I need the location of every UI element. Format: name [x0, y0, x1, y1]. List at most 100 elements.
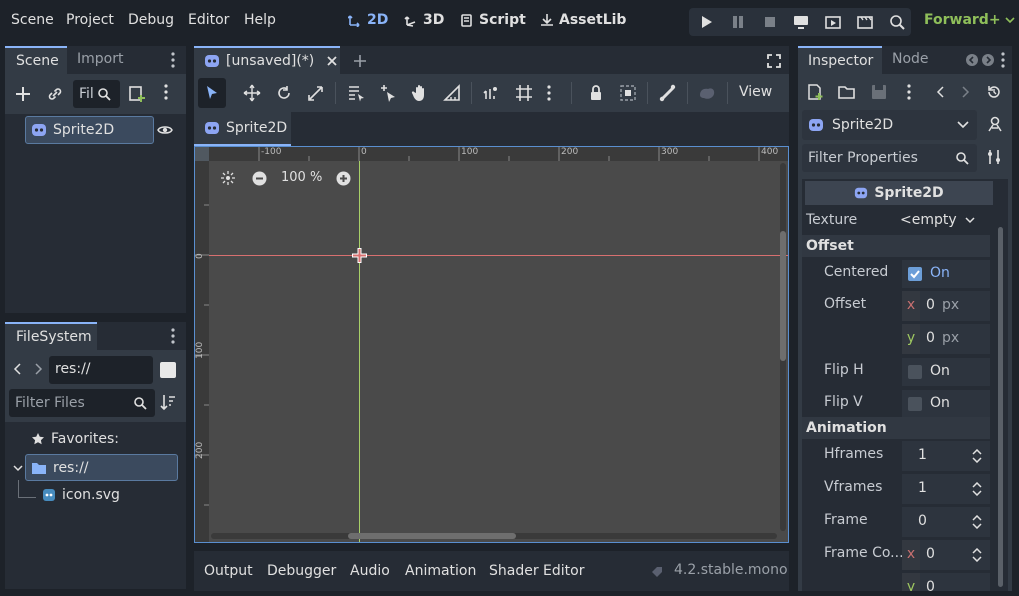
zoom-in-icon[interactable]: [336, 171, 351, 186]
viewport-2d[interactable]: -100 0 100 200 300 400 0 100 200 100 %: [194, 146, 789, 543]
favorites-item[interactable]: Favorites:: [31, 431, 119, 447]
filter-properties-input[interactable]: Filter Properties: [802, 144, 977, 172]
link-icon[interactable]: [45, 84, 65, 104]
smart-snap-icon[interactable]: [482, 83, 502, 103]
inspector-more-icon[interactable]: [906, 83, 914, 103]
close-icon[interactable]: [326, 55, 338, 67]
dock-menu-icon[interactable]: [170, 328, 178, 348]
open-folder-icon[interactable]: [838, 83, 858, 103]
movie-maker-icon[interactable]: [889, 14, 905, 30]
dock-move-right-icon[interactable]: [982, 54, 994, 66]
bottom-tab-animation[interactable]: Animation: [405, 563, 476, 579]
workspace-3d-button[interactable]: 3D: [404, 12, 444, 28]
pivot-icon[interactable]: [378, 83, 398, 103]
horizontal-scrollbar-thumb[interactable]: [348, 533, 516, 539]
breadcrumb-sprite2d[interactable]: Sprite2D: [194, 112, 291, 146]
sort-icon[interactable]: [160, 393, 176, 413]
add-scene-tab-icon[interactable]: [352, 53, 368, 69]
spinner-arrows-icon[interactable]: [972, 548, 982, 562]
scene-tree-node-sprite2d[interactable]: Sprite2D: [25, 116, 154, 144]
tab-inspector[interactable]: Inspector: [798, 46, 882, 74]
workspace-2d-button[interactable]: 2D: [348, 12, 388, 28]
chevron-down-icon[interactable]: [13, 463, 23, 473]
dock-menu-icon[interactable]: [170, 52, 178, 72]
centered-checkbox[interactable]: On: [902, 260, 990, 288]
inspector-tools-icon[interactable]: [986, 148, 1006, 168]
pause-icon[interactable]: [730, 14, 746, 30]
spinner-arrows-icon[interactable]: [972, 449, 982, 463]
dock-move-left-icon[interactable]: [966, 54, 978, 66]
flip-v-checkbox[interactable]: On: [902, 390, 990, 418]
new-resource-icon[interactable]: [806, 83, 826, 103]
visibility-eye-icon[interactable]: [157, 122, 173, 142]
play-custom-scene-icon[interactable]: [857, 14, 873, 30]
spinner-arrows-icon[interactable]: [972, 515, 982, 529]
history-icon[interactable]: [986, 84, 1006, 104]
tab-import[interactable]: Import: [77, 51, 123, 67]
particles-icon[interactable]: [697, 83, 717, 103]
inspector-scrollbar[interactable]: [998, 227, 1003, 587]
back-arrow-icon[interactable]: [13, 362, 25, 382]
history-back-icon[interactable]: [936, 85, 948, 105]
scene-filter-input[interactable]: Fil: [73, 80, 120, 108]
forward-arrow-icon[interactable]: [33, 362, 45, 382]
view-menu[interactable]: View: [739, 84, 772, 100]
move-icon[interactable]: [242, 83, 262, 103]
lock-icon[interactable]: [586, 83, 606, 103]
scene-tab-unsaved[interactable]: [unsaved](*): [194, 46, 340, 74]
scene-more-icon[interactable]: [163, 84, 171, 104]
menu-help[interactable]: Help: [244, 12, 276, 28]
tab-scene[interactable]: Scene: [5, 46, 67, 74]
rotate-icon[interactable]: [274, 83, 294, 103]
flip-h-checkbox[interactable]: On: [902, 358, 990, 386]
tab-node[interactable]: Node: [892, 51, 929, 67]
bottom-tab-output[interactable]: Output: [204, 563, 253, 579]
section-animation[interactable]: Animation: [802, 417, 990, 439]
spinner-arrows-icon[interactable]: [972, 482, 982, 496]
frame-coords-x-field[interactable]: x 0: [902, 540, 990, 570]
filter-files-input[interactable]: Filter Files: [9, 389, 155, 417]
dock-menu-icon[interactable]: [1000, 52, 1008, 68]
workspace-script-button[interactable]: Script: [460, 12, 526, 28]
remote-debug-icon[interactable]: [793, 14, 809, 30]
bottom-tab-shader-editor[interactable]: Shader Editor: [489, 563, 584, 579]
play-scene-icon[interactable]: [825, 14, 841, 30]
grid-snap-icon[interactable]: [514, 83, 534, 103]
zoom-out-icon[interactable]: [252, 171, 267, 186]
object-selector[interactable]: Sprite2D: [802, 110, 977, 140]
menu-scene[interactable]: Scene: [11, 12, 54, 28]
frame-spinbox[interactable]: 0: [902, 507, 990, 537]
vertical-scrollbar-thumb[interactable]: [780, 231, 786, 361]
bone-icon[interactable]: [658, 83, 678, 103]
list-select-icon[interactable]: [346, 83, 366, 103]
group-icon[interactable]: [618, 83, 638, 103]
offset-x-field[interactable]: x 0 px: [902, 291, 990, 321]
menu-project[interactable]: Project: [66, 12, 114, 28]
section-offset[interactable]: Offset: [802, 235, 990, 257]
bottom-tab-debugger[interactable]: Debugger: [267, 563, 336, 579]
menu-debug[interactable]: Debug: [128, 12, 174, 28]
folder-res[interactable]: res://: [25, 454, 178, 481]
split-mode-icon[interactable]: [160, 362, 176, 378]
object-properties-icon[interactable]: [986, 115, 1006, 135]
vframes-spinbox[interactable]: 1: [902, 474, 990, 504]
distraction-free-icon[interactable]: [766, 53, 782, 69]
texture-picker[interactable]: <empty: [900, 207, 990, 233]
scale-icon[interactable]: [306, 83, 326, 103]
center-view-icon[interactable]: [221, 171, 235, 185]
pan-hand-icon[interactable]: [410, 83, 430, 103]
play-icon[interactable]: [698, 14, 714, 30]
file-item[interactable]: icon.svg: [42, 487, 120, 503]
save-icon[interactable]: [870, 83, 890, 103]
frame-coords-y-field[interactable]: y 0: [902, 573, 990, 591]
stop-icon[interactable]: [762, 14, 778, 30]
zoom-level[interactable]: 100 %: [281, 170, 322, 185]
filesystem-path-input[interactable]: res://: [49, 356, 153, 384]
ruler-icon[interactable]: [442, 83, 462, 103]
history-forward-icon[interactable]: [960, 85, 972, 105]
menu-editor[interactable]: Editor: [188, 12, 229, 28]
tab-filesystem[interactable]: FileSystem: [5, 322, 97, 350]
add-node-icon[interactable]: [13, 84, 33, 104]
workspace-assetlib-button[interactable]: AssetLib: [540, 12, 626, 28]
hframes-spinbox[interactable]: 1: [902, 441, 990, 471]
